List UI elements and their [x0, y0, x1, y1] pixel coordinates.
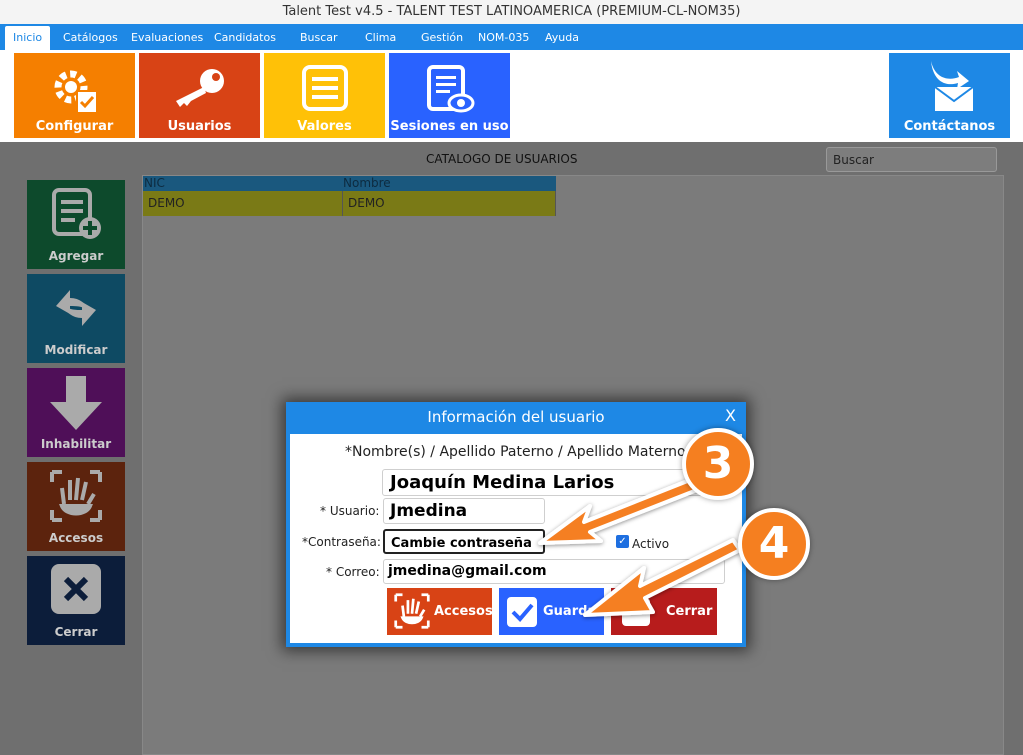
add-list-icon [52, 188, 101, 239]
cell-nombre: DEMO [343, 191, 556, 216]
usuarios-button[interactable]: Usuarios [139, 53, 260, 138]
close-icon [51, 564, 101, 614]
menu-evaluaciones[interactable]: Evaluaciones [131, 24, 203, 50]
key-icon [175, 69, 224, 107]
password-label: *Contraseña: [302, 535, 381, 549]
email-label: * Correo: [326, 565, 380, 579]
list-icon [301, 65, 348, 111]
valores-button[interactable]: Valores [264, 53, 385, 138]
active-checkbox[interactable]: ✓ [616, 535, 629, 548]
document-eye-icon [426, 65, 474, 113]
menu-bar: Inicio Catálogos Evaluaciones Candidatos… [0, 24, 1023, 50]
dialog-accesos-label: Accesos [434, 604, 493, 619]
menu-gestion[interactable]: Gestión [421, 24, 463, 50]
menu-ayuda[interactable]: Ayuda [545, 24, 579, 50]
toolbar: Configurar Usuarios Valores Sesiones en … [0, 50, 1023, 142]
configurar-button[interactable]: Configurar [14, 53, 135, 138]
name-label: *Nombre(s) / Apellido Paterno / Apellido… [345, 444, 686, 460]
column-nic[interactable]: NIC [144, 176, 165, 191]
sesiones-label: Sesiones en uso [390, 119, 509, 134]
password-field[interactable]: Cambie contraseña [383, 529, 545, 554]
dialog-cerrar-label: Cerrar [666, 604, 713, 619]
usuarios-label: Usuarios [167, 119, 232, 134]
menu-inicio[interactable]: Inicio [5, 26, 51, 50]
step4-callout: 4 [738, 508, 810, 580]
agregar-button[interactable]: Agregar [27, 180, 125, 269]
menu-candidatos[interactable]: Candidatos [214, 24, 276, 50]
close-icon [622, 598, 650, 626]
dialog-cerrar-button[interactable]: Cerrar [611, 588, 717, 635]
inhabilitar-button[interactable]: Inhabilitar [27, 368, 125, 457]
guardar-label: Guarda [543, 604, 597, 619]
valores-label: Valores [297, 119, 352, 134]
sesiones-button[interactable]: Sesiones en uso [389, 53, 510, 138]
arrow-down-icon [50, 376, 102, 430]
accesos-label: Accesos [48, 531, 104, 545]
email-field[interactable]: jmedina@gmail.com [383, 559, 725, 584]
user-field[interactable]: Jmedina [383, 498, 545, 524]
cell-nic: DEMO [143, 191, 343, 216]
menu-catalogos[interactable]: Catálogos [63, 24, 118, 50]
menu-buscar[interactable]: Buscar [300, 24, 338, 50]
gear-icon [54, 70, 98, 114]
cerrar-label: Cerrar [54, 625, 98, 639]
column-nombre[interactable]: Nombre [343, 176, 391, 191]
catalog-title: CATALOGO DE USUARIOS [426, 152, 578, 166]
contactanos-label: Contáctanos [903, 119, 996, 134]
contactanos-button[interactable]: Contáctanos [889, 53, 1010, 138]
dialog-close-button[interactable]: X [725, 406, 736, 425]
table-row[interactable]: DEMO DEMO [143, 191, 556, 216]
cerrar-button[interactable]: Cerrar [27, 556, 125, 645]
window-title: Talent Test v4.5 - TALENT TEST LATINOAME… [0, 0, 1023, 24]
modificar-button[interactable]: Modificar [27, 274, 125, 363]
name-field[interactable]: Joaquín Medina Larios [382, 469, 722, 496]
configurar-label: Configurar [35, 119, 114, 134]
accesos-button[interactable]: Accesos [27, 462, 125, 551]
guardar-button[interactable]: Guarda [499, 588, 604, 635]
step3-callout: 3 [682, 428, 754, 500]
menu-nom035[interactable]: NOM-035 [478, 24, 529, 50]
refresh-arrows-icon [56, 290, 96, 326]
table-header: NIC Nombre [143, 176, 556, 191]
modificar-label: Modificar [44, 343, 108, 357]
hand-scan-icon [394, 593, 430, 629]
agregar-label: Agregar [48, 249, 104, 263]
menu-clima[interactable]: Clima [365, 24, 396, 50]
dialog-accesos-button[interactable]: Accesos [387, 588, 493, 635]
search-input[interactable]: Buscar [826, 147, 997, 172]
mail-icon [930, 61, 974, 111]
user-label: * Usuario: [320, 504, 380, 518]
hand-scan-icon [50, 470, 102, 522]
active-label: Activo [632, 537, 670, 551]
checkbox-icon [507, 597, 537, 627]
dialog-title: Información del usuario [427, 408, 605, 426]
inhabilitar-label: Inhabilitar [40, 437, 112, 451]
